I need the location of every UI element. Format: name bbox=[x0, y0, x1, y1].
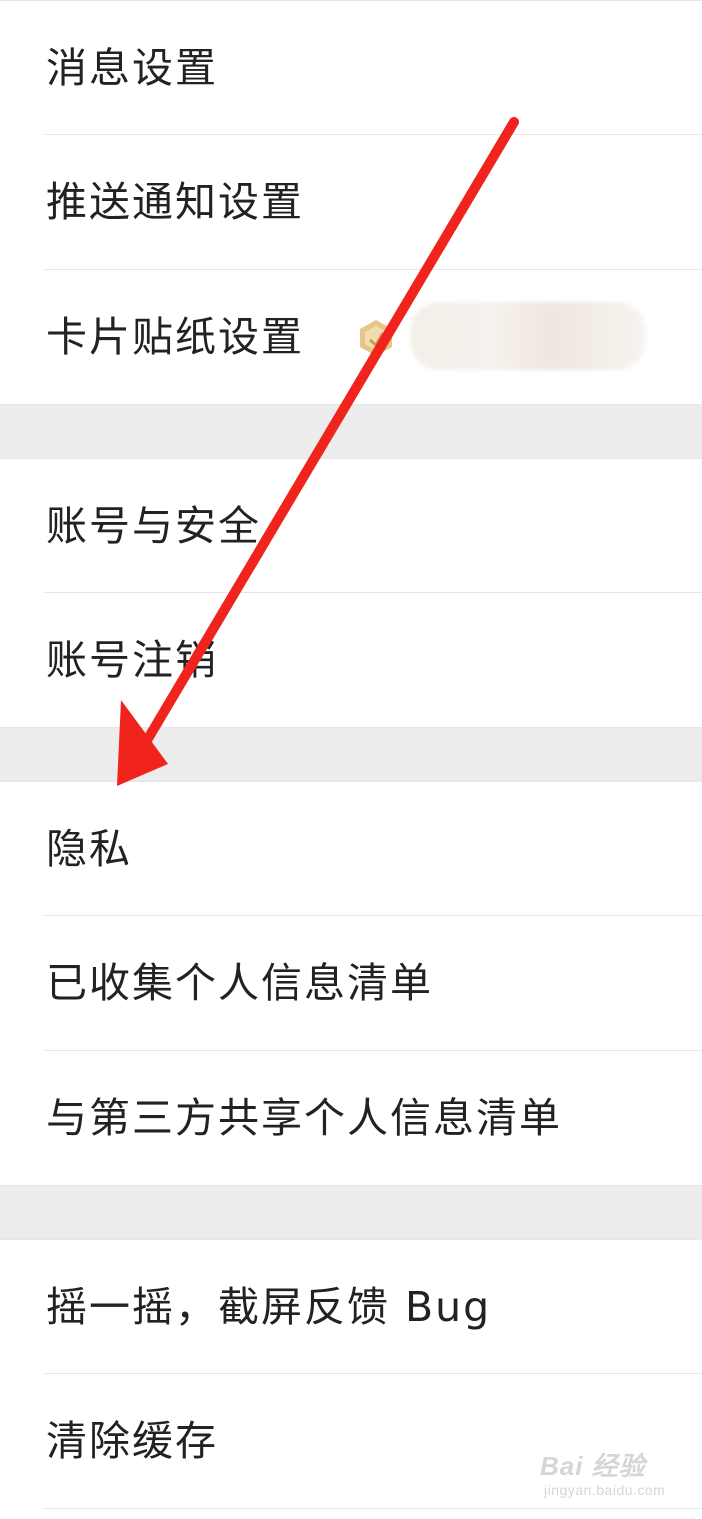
settings-item-message[interactable]: 消息设置 bbox=[0, 1, 702, 135]
settings-item-label: 推送通知设置 bbox=[46, 178, 304, 226]
gold-hexagon-badge-icon bbox=[360, 320, 392, 356]
settings-item-account-deletion[interactable]: 账号注销 bbox=[0, 593, 702, 727]
baidu-jingyan-watermark: Bai 经验 jingyan.baidu.com bbox=[540, 1446, 690, 1506]
divider bbox=[44, 1508, 702, 1509]
settings-item-push-notification[interactable]: 推送通知设置 bbox=[0, 135, 702, 269]
settings-item-label: 与第三方共享个人信息清单 bbox=[46, 1094, 562, 1142]
settings-item-label: 清除缓存 bbox=[46, 1417, 218, 1465]
settings-item-label: 账号与安全 bbox=[46, 502, 261, 550]
settings-item-privacy[interactable]: 隐私 bbox=[0, 782, 702, 916]
settings-item-label: 摇一摇，截屏反馈 Bug bbox=[46, 1283, 492, 1331]
settings-item-label: 已收集个人信息清单 bbox=[46, 959, 433, 1007]
watermark-main: Bai 经验 bbox=[540, 1451, 646, 1481]
section-gap bbox=[0, 728, 702, 782]
settings-item-account-security[interactable]: 账号与安全 bbox=[0, 459, 702, 593]
watermark-sub: jingyan.baidu.com bbox=[544, 1482, 666, 1498]
settings-item-collected-info-list[interactable]: 已收集个人信息清单 bbox=[0, 916, 702, 1050]
section-gap bbox=[0, 405, 702, 459]
settings-item-label: 消息设置 bbox=[46, 44, 218, 92]
settings-item-label: 隐私 bbox=[46, 825, 132, 873]
settings-item-shake-feedback[interactable]: 摇一摇，截屏反馈 Bug bbox=[0, 1240, 702, 1374]
section-gap bbox=[0, 1186, 702, 1240]
settings-item-label: 卡片贴纸设置 bbox=[46, 313, 304, 361]
blurred-card-preview bbox=[410, 302, 646, 370]
settings-item-third-party-sharing-list[interactable]: 与第三方共享个人信息清单 bbox=[0, 1051, 702, 1185]
settings-item-label: 账号注销 bbox=[46, 636, 218, 684]
